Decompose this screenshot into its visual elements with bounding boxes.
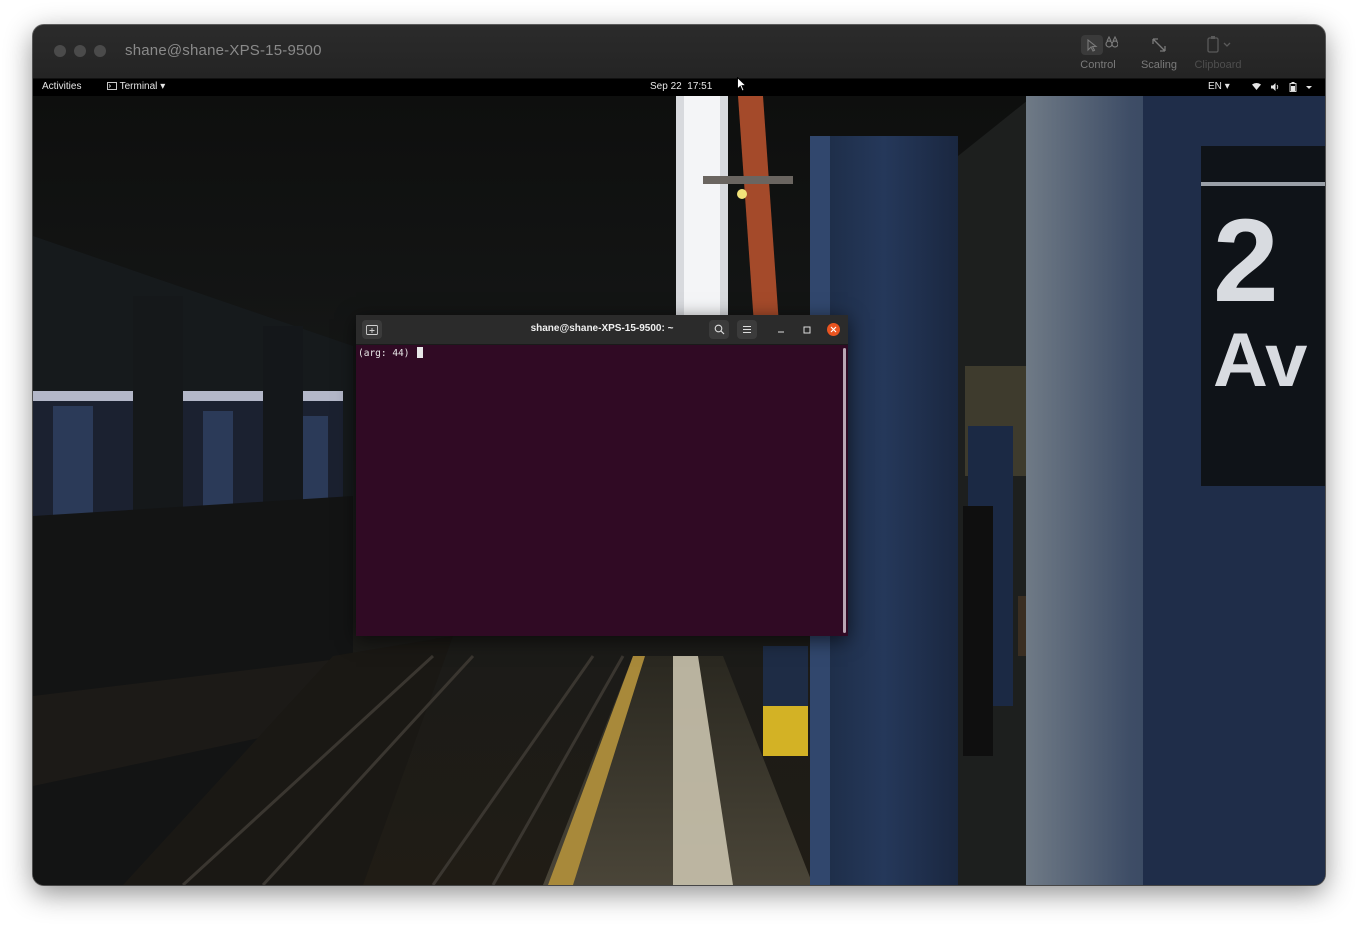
search-icon: [714, 324, 724, 335]
language-label: EN: [1208, 81, 1222, 92]
scaling-button[interactable]: Scaling: [1137, 35, 1181, 71]
terminal-window[interactable]: shane@shane-XPS-15-9500: ~ (arg: 44): [356, 315, 848, 636]
close-icon: [830, 326, 837, 333]
remote-desktop: Activities Terminal ▾ Sep 22 17:51 EN ▾: [33, 79, 1325, 885]
control-label: Control: [1080, 59, 1116, 71]
chevron-down-icon: ▾: [1224, 81, 1230, 92]
app-menu-terminal[interactable]: Terminal ▾: [107, 81, 165, 92]
clipboard-label: Clipboard: [1194, 59, 1242, 71]
zoom-window-button[interactable]: [94, 45, 106, 57]
window-titlebar[interactable]: shane@shane-XPS-15-9500 Control Scaling: [33, 25, 1325, 79]
control-icon: [1081, 35, 1118, 55]
clock-date: Sep 22: [650, 81, 682, 92]
scaling-icon: [1152, 38, 1166, 52]
hamburger-menu-icon: [743, 326, 751, 333]
close-button[interactable]: [827, 323, 840, 336]
control-button[interactable]: Control: [1071, 35, 1125, 71]
terminal-cursor: [417, 347, 424, 358]
minimize-button[interactable]: [774, 323, 787, 336]
search-button[interactable]: [709, 320, 729, 339]
scaling-label: Scaling: [1140, 59, 1178, 71]
chevron-down-icon: [1306, 86, 1312, 89]
chevron-down-icon: ▾: [160, 81, 166, 92]
remote-desktop-window: shane@shane-XPS-15-9500 Control Scaling: [33, 25, 1325, 885]
mouse-pointer-icon: [737, 77, 747, 92]
wifi-icon: [1252, 83, 1261, 90]
maximize-icon: [803, 326, 810, 333]
clock[interactable]: Sep 22 17:51: [650, 81, 712, 92]
activities-button[interactable]: Activities: [42, 81, 81, 92]
maximize-button[interactable]: [800, 323, 813, 336]
clock-time: 17:51: [687, 81, 713, 92]
terminal-prompt: (arg: 44): [358, 348, 416, 359]
language-indicator[interactable]: EN ▾: [1208, 81, 1230, 92]
clipboard-button[interactable]: Clipboard: [1191, 35, 1245, 71]
volume-icon: [1271, 83, 1279, 91]
clipboard-icon: [1207, 36, 1231, 53]
terminal-headerbar[interactable]: shane@shane-XPS-15-9500: ~: [356, 315, 848, 345]
close-window-button[interactable]: [54, 45, 66, 57]
station-sign-text: Av: [1213, 318, 1307, 403]
system-status-menu[interactable]: [1251, 82, 1313, 95]
app-menu-label: Terminal: [119, 81, 158, 92]
terminal-app-icon: [107, 82, 117, 90]
station-sign-number: 2: [1213, 195, 1279, 327]
window-title: shane@shane-XPS-15-9500: [125, 42, 322, 59]
terminal-output[interactable]: (arg: 44): [358, 347, 424, 359]
battery-icon: [1289, 82, 1297, 92]
terminal-scrollbar[interactable]: [843, 348, 846, 633]
menu-button[interactable]: [737, 320, 757, 339]
minimize-icon: [777, 331, 784, 332]
gnome-top-bar: Activities Terminal ▾ Sep 22 17:51 EN ▾: [33, 79, 1325, 96]
minimize-window-button[interactable]: [74, 45, 86, 57]
